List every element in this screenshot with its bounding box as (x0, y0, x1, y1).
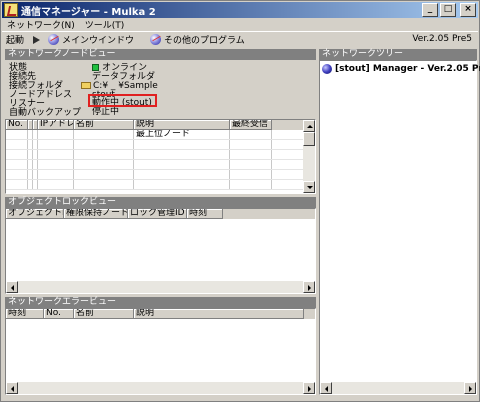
column-header[interactable]: ロック管理ID (128, 209, 187, 219)
status-label: 状態 (9, 63, 28, 73)
table-row (6, 150, 315, 160)
scroll-up-button[interactable] (303, 120, 315, 132)
connection-label: 接続先 (9, 72, 37, 82)
table-row (6, 140, 315, 150)
node-ball-icon (322, 64, 332, 74)
column-header[interactable]: 時刻 (187, 209, 223, 219)
lock-table: オブジェクトID 権限保持ノード ロック管理ID 時刻 (5, 208, 316, 294)
node-table-header: No. IPアドレス 名前 説明 最終受信 (6, 120, 315, 130)
row-description: 最上位ノード (134, 130, 230, 139)
minimize-button[interactable]: _ (422, 3, 438, 17)
backup-label: 自動バックアップ (9, 108, 82, 118)
start-label: 起動 (6, 36, 25, 46)
table-row (6, 170, 315, 180)
scroll-right-button[interactable] (303, 281, 315, 293)
scroll-left-button[interactable] (6, 281, 18, 293)
online-status-icon (92, 64, 99, 71)
table-row (6, 180, 315, 190)
scroll-left-button[interactable] (6, 382, 18, 394)
arrow-left-icon (11, 285, 14, 291)
main-window-button[interactable]: メインウインドウ (48, 33, 134, 46)
tree-panel-title: ネットワークツリー (319, 49, 477, 60)
maximize-button[interactable]: □ (440, 3, 456, 17)
node-table-scrollbar[interactable] (303, 120, 315, 193)
column-header[interactable]: 説明 (134, 120, 230, 130)
scroll-down-button[interactable] (303, 181, 315, 193)
title-bar[interactable]: 通信マネージャー - Mulka 2 _ □ × (2, 2, 478, 18)
column-header[interactable]: 名前 (74, 309, 134, 319)
column-header[interactable]: 名前 (74, 120, 134, 130)
other-programs-label: その他のプログラム (164, 36, 245, 46)
program-ball-icon (150, 34, 162, 45)
other-programs-button[interactable]: その他のプログラム (150, 33, 245, 46)
arrow-up-icon (307, 125, 313, 128)
arrow-left-icon (11, 386, 14, 392)
address-label: ノードアドレス (9, 90, 73, 100)
listener-label: リスナー (9, 99, 46, 109)
table-row (6, 160, 315, 170)
scroll-left-button[interactable] (320, 382, 332, 394)
error-table: 時刻 No. 名前 説明 (5, 308, 316, 395)
close-button[interactable]: × (460, 3, 476, 17)
arrow-right-icon (308, 285, 311, 291)
lock-table-header: オブジェクトID 権限保持ノード ロック管理ID 時刻 (6, 209, 315, 219)
play-icon[interactable] (33, 35, 41, 44)
network-tree-panel: [stout] Manager - Ver.2.05 Pre.5 (319, 60, 480, 395)
column-header[interactable]: No. (6, 120, 28, 130)
scroll-right-button[interactable] (303, 382, 315, 394)
node-table: No. IPアドレス 名前 説明 最終受信 最上位ノード (5, 119, 316, 194)
arrow-left-icon (325, 386, 328, 392)
column-header[interactable]: 時刻 (6, 309, 44, 319)
node-info: 状態 接続先 接続フォルダ ノードアドレス リスナー 自動バックアップ オンライ… (5, 61, 316, 118)
folder-label: 接続フォルダ (9, 81, 64, 91)
window-title: 通信マネージャー - Mulka 2 (21, 6, 156, 18)
app-icon (4, 3, 18, 17)
program-ball-icon (48, 34, 60, 45)
scroll-right-button[interactable] (464, 382, 476, 394)
lock-view-title: オブジェクトロックビュー (5, 197, 316, 208)
arrow-right-icon (308, 386, 311, 392)
toolbar: 起動 メインウインドウ その他のプログラム Ver.2.05 Pre5 (2, 31, 478, 47)
menu-tools[interactable]: ツール(T) (80, 18, 130, 31)
menu-network[interactable]: ネットワーク(N) (2, 18, 80, 31)
folder-icon (81, 82, 91, 89)
arrow-right-icon (469, 386, 472, 392)
connection-value: データフォルダ (92, 72, 156, 82)
column-header[interactable]: オブジェクトID (6, 209, 64, 219)
version-label: Ver.2.05 Pre5 (412, 34, 472, 44)
backup-value: 停止中 (92, 107, 120, 117)
menu-bar: ネットワーク(N) ツール(T) (2, 18, 478, 31)
table-row[interactable]: 最上位ノード (6, 130, 315, 140)
column-header[interactable]: IPアドレス (38, 120, 74, 130)
column-header[interactable]: 権限保持ノード (64, 209, 128, 219)
column-header[interactable]: 最終受信 (230, 120, 272, 130)
folder-value: C:¥ _ ¥Sample (81, 82, 158, 91)
node-view-title: ネットワークノードビュー (5, 49, 316, 60)
arrow-down-icon (307, 186, 313, 189)
tree-node-manager[interactable]: [stout] Manager - Ver.2.05 Pre.5 (322, 64, 480, 74)
status-value: オンライン (92, 64, 147, 73)
app-window: 通信マネージャー - Mulka 2 _ □ × ネットワーク(N) ツール(T… (0, 0, 480, 402)
tree-horizontal-scrollbar[interactable] (320, 382, 476, 394)
listener-highlight (88, 94, 157, 107)
tree-node-label: [stout] Manager - Ver.2.05 Pre.5 (335, 64, 480, 74)
scroll-thumb[interactable] (303, 132, 315, 146)
error-table-header: 時刻 No. 名前 説明 (6, 309, 315, 319)
main-window-label: メインウインドウ (62, 36, 135, 46)
lock-horizontal-scrollbar[interactable] (6, 281, 315, 293)
column-header[interactable]: 説明 (134, 309, 304, 319)
column-header[interactable]: No. (44, 309, 74, 319)
error-view-title: ネットワークエラービュー (5, 297, 316, 308)
error-horizontal-scrollbar[interactable] (6, 382, 315, 394)
node-view-panel: ネットワークノードビュー 状態 接続先 接続フォルダ ノードアドレス リスナー … (5, 49, 316, 194)
